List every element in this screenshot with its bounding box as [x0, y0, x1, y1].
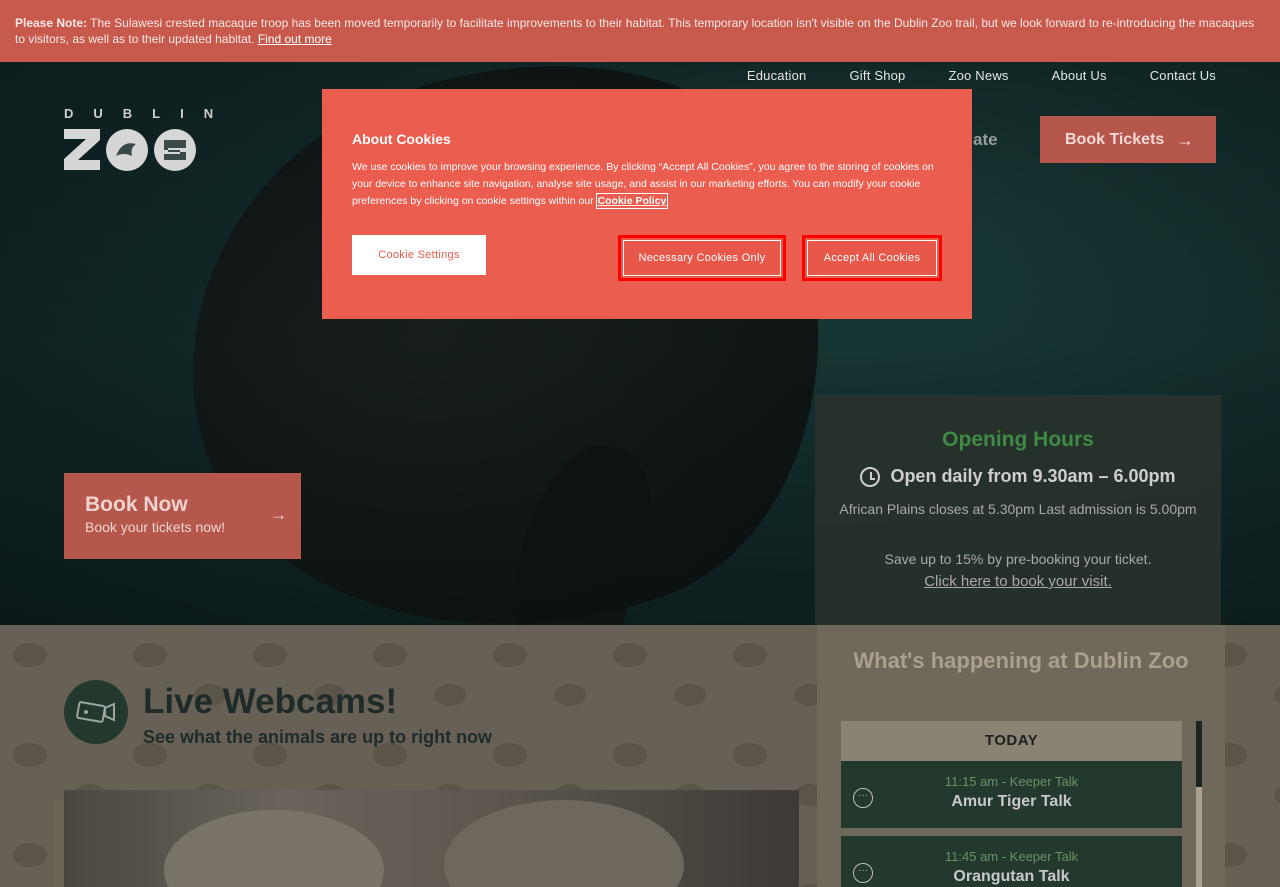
book-tickets-button[interactable]: Book Tickets → [1040, 116, 1216, 163]
event-item[interactable]: ··· 11:15 am - Keeper Talk Amur Tiger Ta… [841, 761, 1182, 828]
webcam-elephant-image[interactable] [64, 790, 799, 887]
clock-icon [860, 466, 881, 487]
webcams-subtitle: See what the animals are up to right now [143, 727, 493, 747]
top-nav-contact-us[interactable]: Contact Us [1150, 68, 1216, 83]
cookie-settings-button[interactable]: Cookie Settings [352, 235, 486, 275]
book-now-subtitle: Book your tickets now! [85, 519, 226, 535]
event-time: 11:15 am - Keeper Talk [944, 774, 1079, 789]
logo-word: DUBLIN [64, 106, 234, 121]
chat-bubble-icon: ··· [853, 788, 873, 808]
top-nav-zoo-news[interactable]: Zoo News [948, 68, 1008, 83]
chat-bubble-icon: ··· [853, 863, 873, 883]
events-scrollbar-thumb[interactable] [1196, 721, 1202, 787]
notice-label: Please Note: [15, 16, 88, 30]
opening-hours-panel: Opening Hours Open daily from 9.30am – 6… [815, 395, 1221, 627]
logo-zoo-mark-icon [64, 129, 196, 171]
opening-hours-daily: Open daily from 9.30am – 6.00pm [815, 466, 1221, 487]
book-your-visit-link[interactable]: Click here to book your visit. [815, 573, 1221, 590]
top-nav: Education Gift Shop Zoo News About Us Co… [704, 68, 1216, 83]
book-tickets-label: Book Tickets [1065, 130, 1165, 148]
webcam-icon [64, 680, 128, 744]
whats-happening-title: What's happening at Dublin Zoo [853, 648, 1189, 673]
cookie-title: About Cookies [352, 131, 451, 147]
events-day-label: TODAY [841, 721, 1182, 761]
events-list: TODAY ··· 11:15 am - Keeper Talk Amur Ti… [841, 721, 1182, 887]
notice-find-out-more-link[interactable]: Find out more [258, 32, 332, 46]
arrow-right-icon: → [1176, 130, 1194, 150]
cookie-body: We use cookies to improve your browsing … [352, 159, 944, 210]
notice-text: The Sulawesi crested macaque troop has b… [15, 16, 1255, 46]
cookie-dialog: About Cookies We use cookies to improve … [322, 89, 972, 319]
events-scrollbar[interactable] [1196, 721, 1202, 887]
necessary-cookies-only-button[interactable]: Necessary Cookies Only [618, 235, 786, 281]
event-time: 11:45 am - Keeper Talk [944, 849, 1079, 864]
event-item[interactable]: ··· 11:45 am - Keeper Talk Orangutan Tal… [841, 836, 1182, 887]
cookie-policy-link[interactable]: Cookie Policy [595, 193, 669, 209]
event-name: Amur Tiger Talk [951, 793, 1072, 810]
top-nav-education[interactable]: Education [747, 68, 807, 83]
opening-hours-daily-text: Open daily from 9.30am – 6.00pm [890, 466, 1176, 486]
event-name: Orangutan Talk [953, 868, 1070, 885]
dublin-zoo-logo[interactable]: DUBLIN [64, 106, 234, 172]
webcams-title: Live Webcams! [143, 682, 398, 721]
book-now-card[interactable]: Book Now Book your tickets now! → [64, 473, 301, 559]
book-now-title: Book Now [85, 493, 188, 516]
opening-hours-save-note: Save up to 15% by pre-booking your ticke… [884, 551, 1152, 567]
notice-bar: Please Note: The Sulawesi crested macaqu… [0, 0, 1280, 62]
opening-hours-title: Opening Hours [942, 428, 1094, 451]
arrow-right-icon: → [270, 505, 287, 524]
accept-all-cookies-button[interactable]: Accept All Cookies [802, 235, 942, 281]
top-nav-about-us[interactable]: About Us [1052, 68, 1107, 83]
opening-hours-close-note: African Plains closes at 5.30pm Last adm… [839, 501, 1197, 517]
top-nav-gift-shop[interactable]: Gift Shop [849, 68, 905, 83]
